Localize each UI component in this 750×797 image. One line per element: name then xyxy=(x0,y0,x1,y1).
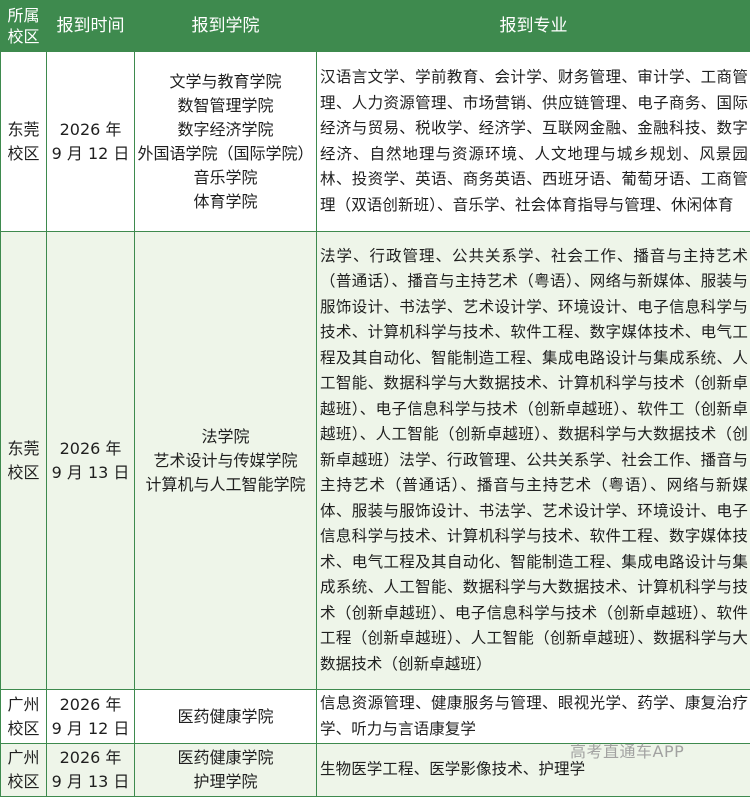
college-cell: 法学院 艺术设计与传媒学院 计算机与人工智能学院 xyxy=(135,232,317,690)
date-cell: 2026 年 9 月 13 日 xyxy=(47,232,135,690)
table-row: 广州 校区 2026 年 9 月 12 日 医药健康学院 信息资源管理、健康服务… xyxy=(1,690,750,744)
campus-cell: 东莞 校区 xyxy=(1,52,47,232)
table-row: 东莞 校区 2026 年 9 月 12 日 文学与教育学院 数智管理学院 数字经… xyxy=(1,52,750,232)
date-cell: 2026 年 9 月 12 日 xyxy=(47,690,135,744)
header-campus: 所属 校区 xyxy=(1,1,47,52)
header-date: 报到时间 xyxy=(47,1,135,52)
table-row: 东莞 校区 2026 年 9 月 13 日 法学院 艺术设计与传媒学院 计算机与… xyxy=(1,232,750,690)
major-cell: 汉语言文学、学前教育、会计学、财务管理、审计学、工商管理、人力资源管理、市场营销… xyxy=(317,52,750,232)
campus-cell: 广州 校区 xyxy=(1,690,47,744)
header-major: 报到专业 xyxy=(317,1,750,52)
major-cell: 信息资源管理、健康服务与管理、眼视光学、药学、康复治疗学、听力与言语康复学 xyxy=(317,690,750,744)
campus-cell: 东莞 校区 xyxy=(1,232,47,690)
major-cell: 法学、行政管理、公共关系学、社会工作、播音与主持艺术（普通话）、播音与主持艺术（… xyxy=(317,232,750,690)
date-cell: 2026 年 9 月 12 日 xyxy=(47,52,135,232)
header-college: 报到学院 xyxy=(135,1,317,52)
college-cell: 医药健康学院 xyxy=(135,690,317,744)
watermark: 高考直通车APP xyxy=(570,738,684,762)
college-cell: 文学与教育学院 数智管理学院 数字经济学院 外国语学院（国际学院） 音乐学院 体… xyxy=(135,52,317,232)
registration-table: 所属 校区 报到时间 报到学院 报到专业 东莞 校区 2026 年 9 月 12… xyxy=(0,0,750,797)
header-row: 所属 校区 报到时间 报到学院 报到专业 xyxy=(1,1,750,52)
